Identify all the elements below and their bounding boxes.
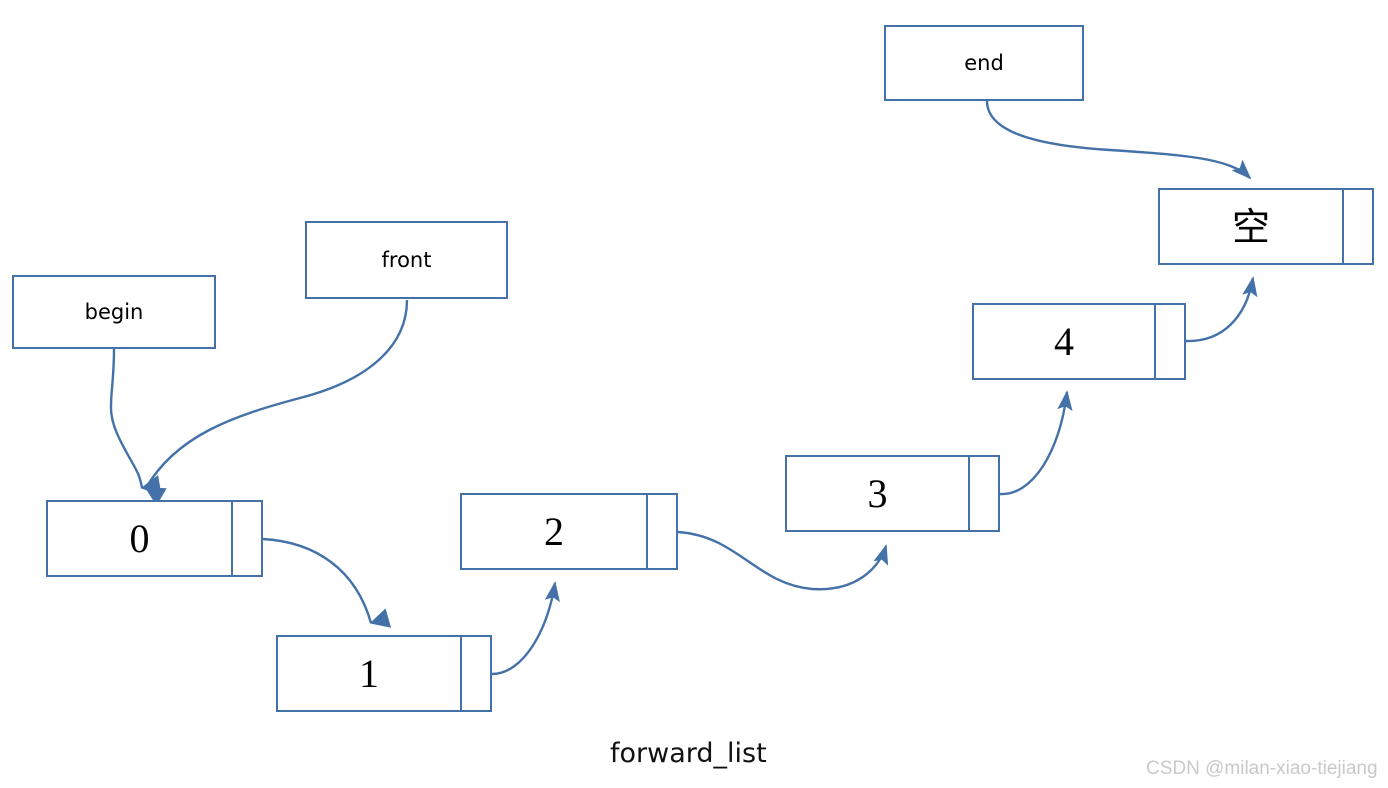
label-box-begin-text: begin [84,299,144,324]
list-node-3-value: 3 [867,470,888,516]
diagram-connectors [109,100,1258,676]
list-node-1[interactable]: 1 [276,635,492,712]
label-box-front[interactable]: front [305,221,508,299]
label-box-begin[interactable]: begin [12,275,216,349]
list-node-2-value: 2 [544,508,564,554]
list-node-4-pointer-cell [1156,305,1184,378]
edge-node-4-to-node-null [1185,276,1258,343]
label-box-front-text: front [381,247,432,272]
edge-node-2-to-node-3 [677,530,889,591]
list-node-3[interactable]: 3 [785,455,1000,532]
label-box-end[interactable]: end [884,25,1084,101]
csdn-watermark: CSDN @milan-xiao-tiejiang [1146,758,1378,779]
list-node-4[interactable]: 4 [972,303,1186,380]
list-node-1-data-cell: 1 [278,637,462,710]
list-node-0-value: 0 [129,515,150,561]
list-node-4-value: 4 [1054,318,1074,364]
list-node-3-pointer-cell [970,457,998,530]
list-node-null[interactable]: 空 [1158,188,1374,265]
edge-end-to-node-null [985,100,1252,180]
list-node-0-data-cell: 0 [48,502,233,575]
label-box-end-text: end [964,50,1004,75]
edge-node-1-to-node-2 [491,581,560,676]
list-node-2[interactable]: 2 [460,493,678,570]
list-node-3-data-cell: 3 [787,457,970,530]
list-node-0[interactable]: 0 [46,500,263,577]
list-node-null-data-cell: 空 [1160,190,1344,263]
list-node-4-data-cell: 4 [974,305,1156,378]
edge-node-0-to-node-1 [262,537,392,628]
list-node-2-data-cell: 2 [462,495,648,568]
diagram-caption: forward_list [610,738,767,769]
list-node-0-pointer-cell [233,502,261,575]
list-node-2-pointer-cell [648,495,676,568]
list-node-1-value: 1 [359,650,379,696]
edge-node-3-to-node-4 [999,390,1073,496]
list-node-null-pointer-cell [1344,190,1372,263]
edge-begin-to-node-0 [109,348,162,495]
list-node-1-pointer-cell [462,637,490,710]
list-node-null-value: 空 [1231,204,1270,249]
